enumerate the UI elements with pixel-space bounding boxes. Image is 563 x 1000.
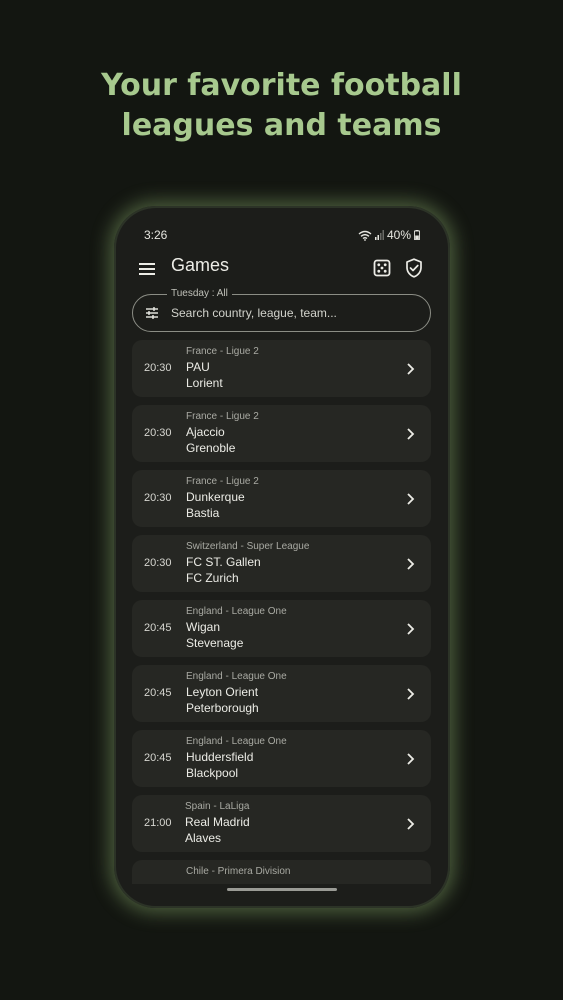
home-team: PAU (186, 360, 210, 374)
game-card[interactable]: 20:30 France - Ligue 2 Dunkerque Bastia (132, 470, 431, 527)
home-team: Dunkerque (186, 490, 245, 504)
away-team: Lorient (186, 376, 223, 390)
away-team: Stevenage (186, 636, 244, 650)
shield-check-icon[interactable] (405, 258, 423, 278)
home-team: Huddersfield (186, 750, 254, 764)
game-league: Spain - LaLiga (185, 801, 250, 812)
wifi-icon (358, 230, 372, 241)
chevron-right-icon (407, 428, 415, 440)
chevron-right-icon (407, 363, 415, 375)
game-time: 20:30 (144, 557, 172, 569)
home-team: Leyton Orient (186, 685, 259, 699)
home-team: Ajaccio (186, 425, 225, 439)
dice-icon[interactable] (373, 259, 391, 277)
game-league: France - Ligue 2 (186, 476, 259, 487)
game-time: 21:00 (144, 817, 172, 829)
game-league: England - League One (186, 671, 287, 682)
status-time: 3:26 (144, 228, 168, 242)
home-indicator[interactable] (227, 888, 337, 891)
away-team: Blackpool (186, 766, 239, 780)
filter-tune-icon[interactable] (145, 306, 159, 320)
home-team: Real Madrid (185, 815, 250, 829)
battery-percent: 40% (386, 228, 411, 242)
away-team: Alaves (185, 831, 222, 845)
app-title: Games (171, 255, 230, 275)
chevron-right-icon (407, 493, 415, 505)
game-card[interactable]: Chile - Primera Division (132, 860, 431, 884)
away-team: Grenoble (186, 441, 236, 455)
away-team: FC Zurich (186, 571, 239, 585)
game-card[interactable]: 20:45 England - League One Leyton Orient… (132, 665, 431, 722)
game-league: England - League One (186, 606, 287, 617)
game-time: 20:30 (144, 427, 172, 439)
chevron-right-icon (407, 558, 415, 570)
status-indicators: 40% (358, 228, 420, 242)
game-card[interactable]: 20:30 Switzerland - Super League FC ST. … (132, 535, 431, 592)
screenshot-page: Your favorite football leagues and teams… (0, 0, 563, 1000)
home-team: FC ST. Gallen (186, 555, 261, 569)
search-input[interactable] (171, 304, 421, 322)
game-league: England - League One (186, 736, 287, 747)
headline-line-2: leagues and teams (121, 108, 442, 143)
app-bar: Games (114, 250, 450, 290)
chevron-right-icon (407, 688, 415, 700)
search-filter-label[interactable]: Tuesday : All (167, 287, 232, 301)
chevron-right-icon (407, 753, 415, 765)
battery-icon (414, 230, 420, 240)
game-card[interactable]: 20:45 England - League One Wigan Stevena… (132, 600, 431, 657)
status-bar: 3:26 40% (114, 226, 450, 244)
away-team: Peterborough (186, 701, 259, 715)
game-time: 20:30 (144, 362, 172, 374)
home-team: Wigan (186, 620, 221, 634)
phone-frame: 3:26 40% Games Tuesday: All Search coun… (114, 206, 450, 908)
game-league: Switzerland - Super League (186, 541, 310, 552)
game-league: Chile - Primera Division (186, 866, 291, 877)
headline-line-1: Your favorite football (101, 68, 462, 103)
search-field[interactable]: Tuesday : All (132, 287, 431, 332)
game-card[interactable]: 20:30 France - Ligue 2 Ajaccio Grenoble (132, 405, 431, 462)
menu-icon[interactable] (138, 260, 156, 278)
chevron-right-icon (407, 818, 415, 830)
game-time: 20:45 (144, 622, 172, 634)
promo-headline: Your favorite football leagues and teams (0, 66, 563, 146)
game-time: 20:30 (144, 492, 172, 504)
away-team: Bastia (186, 506, 220, 520)
signal-icon (374, 230, 384, 240)
game-card[interactable]: 21:00 Spain - LaLiga Real Madrid Alaves (132, 795, 431, 852)
game-league: France - Ligue 2 (186, 346, 259, 357)
chevron-right-icon (407, 623, 415, 635)
game-time: 20:45 (144, 752, 172, 764)
game-time: 20:45 (144, 687, 172, 699)
game-card[interactable]: 20:30 France - Ligue 2 PAU Lorient (132, 340, 431, 397)
game-card[interactable]: 20:45 England - League One Huddersfield … (132, 730, 431, 787)
games-list[interactable]: 20:30 France - Ligue 2 PAU Lorient 20:30… (132, 340, 432, 884)
game-league: France - Ligue 2 (186, 411, 259, 422)
